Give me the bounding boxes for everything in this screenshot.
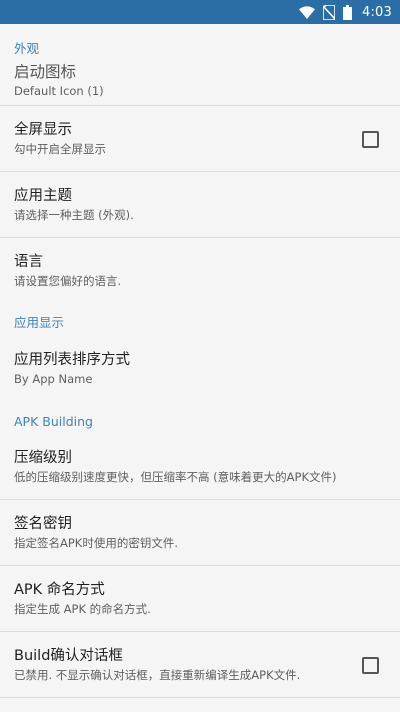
pref-launcher-icon[interactable]: 启动图标 Default Icon (1) [0, 62, 400, 106]
pref-title: Build确认对话框 [14, 648, 123, 664]
category-label: APK Building [14, 414, 93, 429]
pref-title: 压缩级别 [14, 450, 72, 466]
pref-title: 启动图标 [14, 63, 77, 81]
wifi-icon [299, 5, 315, 19]
pref-summary: 勾中开启全屏显示 [14, 142, 106, 156]
pref-summary: 指定签名APK时使用的密钥文件. [14, 536, 178, 550]
pref-app-theme[interactable]: 应用主题 请选择一种主题 (外观). [0, 172, 400, 238]
battery-icon [343, 4, 352, 20]
category-appearance: 外观 [0, 24, 400, 62]
pref-signing-key[interactable]: 签名密钥 指定签名APK时使用的密钥文件. [0, 500, 400, 566]
pref-language[interactable]: 语言 请设置您偏好的语言. [0, 238, 400, 302]
pref-summary: 指定生成 APK 的命名方式. [14, 602, 151, 616]
pref-summary: 低的压缩级别速度更快，但压缩率不高 (意味着更大的APK文件) [14, 470, 337, 484]
clock: 4:03 [362, 4, 392, 20]
pref-apk-naming[interactable]: APK 命名方式 指定生成 APK 的命名方式. [0, 566, 400, 632]
settings-list[interactable]: 外观 启动图标 Default Icon (1) 全屏显示 勾中开启全屏显示 应… [0, 24, 400, 698]
category-label: 应用显示 [14, 315, 65, 330]
pref-summary: 请设置您偏好的语言. [14, 273, 122, 288]
category-label: 外观 [14, 41, 40, 56]
pref-title: 签名密钥 [14, 516, 72, 532]
no-sim-icon [323, 4, 335, 20]
build-confirm-checkbox[interactable] [362, 656, 379, 674]
pref-summary: By App Name [14, 371, 93, 386]
status-bar: 4:03 [0, 0, 400, 24]
pref-summary: Default Icon (1) [14, 84, 104, 98]
pref-sort-order[interactable]: 应用列表排序方式 By App Name [0, 336, 400, 400]
pref-fullscreen[interactable]: 全屏显示 勾中开启全屏显示 [0, 106, 400, 172]
pref-build-confirm[interactable]: Build确认对话框 已禁用. 不显示确认对话框，直接重新编译生成APK文件. [0, 632, 400, 698]
pref-summary: 请选择一种主题 (外观). [14, 208, 134, 222]
pref-title: 应用主题 [14, 188, 72, 204]
pref-summary: 已禁用. 不显示确认对话框，直接重新编译生成APK文件. [14, 668, 301, 682]
category-app-display: 应用显示 [0, 302, 400, 336]
pref-title: 全屏显示 [14, 122, 72, 138]
fullscreen-checkbox[interactable] [362, 130, 379, 148]
pref-title: 应用列表排序方式 [14, 351, 130, 368]
pref-compression[interactable]: 压缩级别 低的压缩级别速度更快，但压缩率不高 (意味着更大的APK文件) [0, 434, 400, 500]
pref-title: APK 命名方式 [14, 582, 105, 598]
pref-title: 语言 [14, 253, 43, 270]
category-apk-building: APK Building [0, 400, 400, 434]
